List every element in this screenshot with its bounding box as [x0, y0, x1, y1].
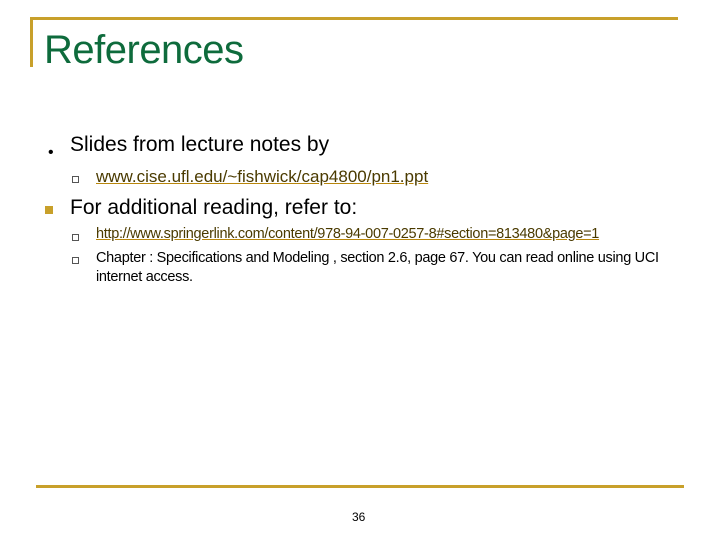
- page-number: 36: [352, 510, 366, 524]
- link-springer[interactable]: http://www.springerlink.com/content/978-…: [96, 226, 599, 242]
- round-bullet-icon: •: [48, 144, 54, 161]
- slide: References • Slides from lecture notes b…: [0, 0, 720, 540]
- chapter-note: Chapter : Specifications and Modeling , …: [96, 250, 659, 285]
- bullet-slides: Slides from lecture notes by: [70, 133, 330, 156]
- bullet-additional-reading: For additional reading, refer to:: [70, 196, 358, 219]
- frame-left-rule: [30, 17, 33, 67]
- link-fishwick-slides[interactable]: www.cise.ufl.edu/~fishwick/cap4800/pn1.p…: [96, 167, 428, 186]
- frame-top-rule: [30, 17, 678, 20]
- hollow-square-bullet-icon: [72, 176, 79, 183]
- hollow-square-bullet-icon: [72, 234, 79, 241]
- slide-title: References: [44, 28, 244, 72]
- hollow-square-bullet-icon: [72, 257, 79, 264]
- footer-rule: [36, 485, 684, 488]
- square-bullet-icon: [45, 206, 53, 214]
